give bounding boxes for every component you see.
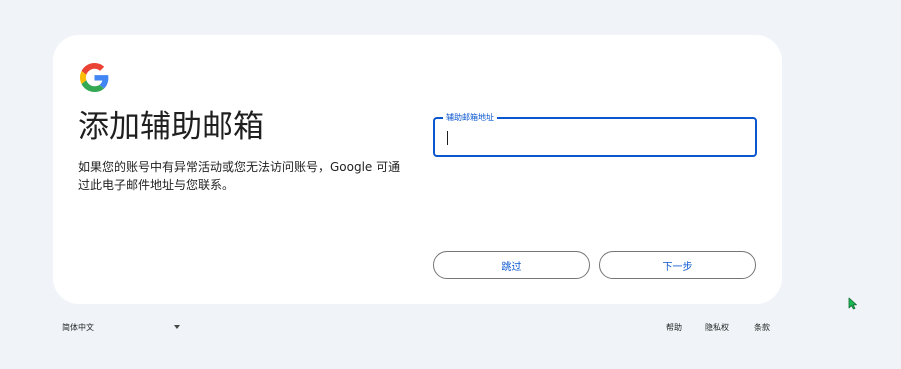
recovery-email-input[interactable] — [435, 119, 755, 155]
text-caret — [447, 131, 448, 145]
chevron-down-icon — [174, 325, 180, 329]
footer-link-terms[interactable]: 条款 — [754, 320, 770, 334]
google-logo-icon — [80, 63, 109, 92]
language-label: 简体中文 — [62, 322, 94, 332]
footer-link-help[interactable]: 帮助 — [666, 320, 682, 334]
footer-link-privacy[interactable]: 隐私权 — [705, 320, 729, 334]
next-button[interactable]: 下一步 — [599, 251, 756, 279]
language-selector[interactable]: 简体中文 — [62, 320, 182, 334]
page-description: 如果您的账号中有异常活动或您无法访问账号，Google 可通过此电子邮件地址与您… — [78, 160, 401, 192]
page-title: 添加辅助邮箱 — [78, 109, 264, 145]
skip-button[interactable]: 跳过 — [433, 251, 590, 279]
page: 添加辅助邮箱 如果您的账号中有异常活动或您无法访问账号，Google 可通过此电… — [0, 0, 901, 369]
mouse-pointer-icon — [848, 297, 857, 310]
recovery-email-field[interactable]: 辅助邮箱地址 — [433, 112, 757, 157]
